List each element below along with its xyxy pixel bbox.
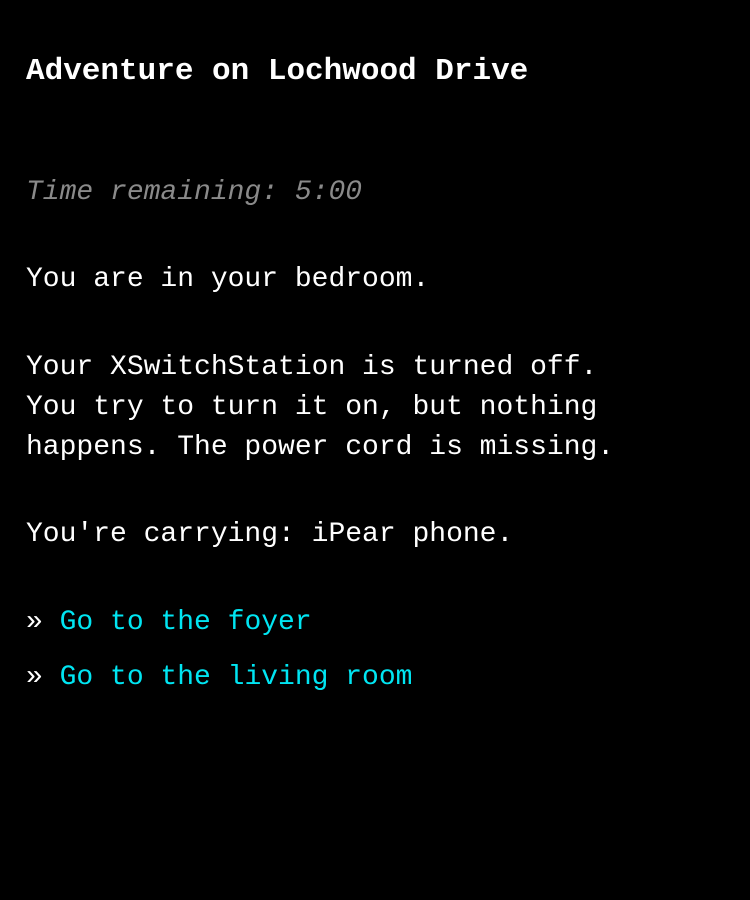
time-remaining: Time remaining: 5:00 — [26, 177, 363, 208]
choice-arrow-icon: » — [26, 662, 60, 693]
choice-arrow-icon: » — [26, 607, 60, 638]
go-to-foyer-link[interactable]: Go to the foyer — [60, 607, 312, 638]
choice-item-living-room: » Go to the living room — [26, 658, 412, 698]
game-title: Adventure on Lochwood Drive — [26, 54, 529, 89]
location-text: You are in your bedroom. — [26, 264, 430, 295]
room-description: Your XSwitchStation is turned off. You t… — [26, 352, 615, 463]
go-to-living-room-link[interactable]: Go to the living room — [60, 662, 413, 693]
choice-item-foyer: » Go to the foyer — [26, 603, 412, 643]
inventory-text: You're carrying: iPear phone. — [26, 519, 514, 550]
choice-list: » Go to the foyer » Go to the living roo… — [26, 603, 412, 713]
